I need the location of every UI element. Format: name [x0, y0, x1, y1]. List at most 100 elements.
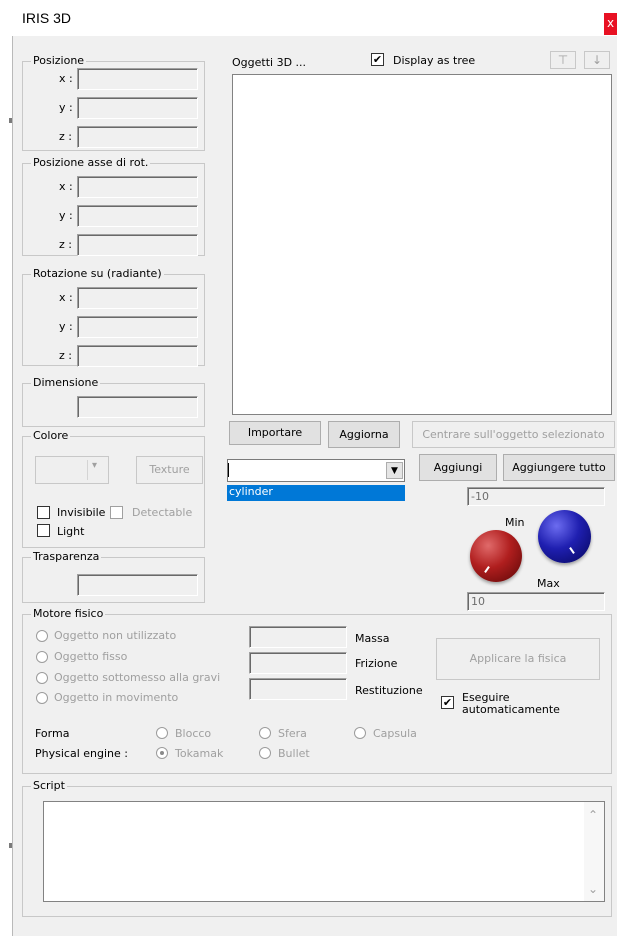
display-tree-checkbox[interactable]: ✔	[371, 53, 384, 66]
radio-gravita[interactable]	[36, 672, 48, 684]
dropdown-option-cylinder[interactable]: cylinder	[227, 485, 405, 501]
edge-tick-top	[9, 118, 12, 123]
asse-legend: Posizione asse di rot.	[31, 156, 151, 169]
radio-sfera[interactable]	[259, 727, 271, 739]
checkmark-icon: ✔	[372, 53, 383, 66]
min-knob-indicator	[484, 566, 490, 573]
radio-tokamak[interactable]	[156, 747, 168, 759]
title-bar	[12, 0, 617, 36]
light-checkbox[interactable]	[37, 524, 50, 537]
chevron-down-icon[interactable]: ▼	[386, 462, 403, 479]
combo-divider	[87, 460, 88, 480]
objects-tree-list[interactable]	[232, 74, 612, 415]
max-knob[interactable]	[538, 510, 591, 563]
option-movimento-label: Oggetto in movimento	[54, 691, 179, 704]
engine-label: Physical engine :	[35, 747, 128, 760]
posizione-z-field[interactable]	[77, 126, 198, 148]
detectable-checkbox[interactable]	[110, 506, 123, 519]
asse-z-label: z :	[59, 238, 72, 251]
invisibile-checkbox[interactable]	[37, 506, 50, 519]
restituzione-label: Restituzione	[355, 684, 423, 697]
rotazione-y-label: y :	[59, 320, 73, 333]
asse-z-field[interactable]	[77, 234, 198, 256]
massa-field[interactable]	[249, 626, 347, 648]
object-type-combo[interactable]: ▼	[227, 459, 405, 482]
rotazione-legend: Rotazione su (radiante)	[31, 267, 164, 280]
importare-button[interactable]: Importare	[229, 421, 321, 445]
max-knob-indicator	[569, 547, 575, 554]
restituzione-field[interactable]	[249, 678, 347, 700]
oggetti-label: Oggetti 3D ...	[232, 56, 307, 69]
forma-label: Forma	[35, 727, 70, 740]
posizione-x-field[interactable]	[77, 68, 198, 90]
rotazione-x-label: x :	[59, 291, 73, 304]
dimensione-legend: Dimensione	[31, 376, 101, 389]
radio-blocco[interactable]	[156, 727, 168, 739]
max-value-field[interactable]: 10	[467, 592, 605, 611]
display-tree-label: Display as tree	[393, 54, 476, 67]
rotazione-z-field[interactable]	[77, 345, 198, 367]
posizione-y-label: y :	[59, 101, 73, 114]
tokamak-label: Tokamak	[175, 747, 224, 760]
script-scrollbar[interactable]: ⌃ ⌄	[584, 802, 604, 901]
colore-legend: Colore	[31, 429, 71, 442]
detectable-label: Detectable	[132, 506, 193, 519]
motore-fisico-legend: Motore fisico	[31, 607, 106, 620]
move-up-button[interactable]: ⊤	[550, 51, 576, 69]
asse-x-field[interactable]	[77, 176, 198, 198]
eseguire-checkbox[interactable]: ✔	[441, 696, 454, 709]
chevron-down-icon: ▾	[92, 460, 98, 471]
script-textarea[interactable]: ⌃ ⌄	[43, 801, 605, 902]
move-down-button[interactable]: ↓	[584, 51, 610, 69]
radio-non-utilizzato[interactable]	[36, 630, 48, 642]
scroll-up-icon[interactable]: ⌃	[588, 808, 598, 822]
close-button[interactable]: x	[604, 13, 617, 35]
rotazione-z-label: z :	[59, 349, 72, 362]
text-caret	[228, 463, 229, 477]
trasparenza-legend: Trasparenza	[31, 550, 102, 563]
max-label: Max	[537, 577, 560, 590]
radio-fisso[interactable]	[36, 651, 48, 663]
option-non-utilizzato-label: Oggetto non utilizzato	[54, 629, 177, 642]
window-title: IRIS 3D	[22, 10, 72, 26]
sfera-label: Sfera	[278, 727, 307, 740]
radio-movimento[interactable]	[36, 692, 48, 704]
posizione-z-label: z :	[59, 130, 72, 143]
capsula-label: Capsula	[373, 727, 417, 740]
massa-label: Massa	[355, 632, 390, 645]
trasparenza-field[interactable]	[77, 574, 198, 596]
min-value-field[interactable]: -10	[467, 487, 605, 506]
frizione-field[interactable]	[249, 652, 347, 674]
posizione-x-label: x :	[59, 72, 73, 85]
bullet-label: Bullet	[278, 747, 310, 760]
light-label: Light	[57, 525, 85, 538]
checkmark-icon: ✔	[442, 696, 453, 709]
aggiungere-tutto-button[interactable]: Aggiungere tutto	[503, 454, 615, 481]
posizione-legend: Posizione	[31, 54, 87, 67]
eseguire-label-line2: automaticamente	[462, 703, 560, 716]
aggiorna-button[interactable]: Aggiorna	[328, 421, 400, 448]
option-gravita-label: Oggetto sottomesso alla gravi	[54, 671, 221, 684]
aggiungi-button[interactable]: Aggiungi	[419, 454, 497, 481]
centrare-button[interactable]: Centrare sull'oggetto selezionato	[412, 421, 615, 448]
blocco-label: Blocco	[175, 727, 212, 740]
texture-button[interactable]: Texture	[136, 456, 203, 484]
frizione-label: Frizione	[355, 657, 398, 670]
rotazione-y-field[interactable]	[77, 316, 198, 338]
color-picker-combo[interactable]: ▾	[35, 456, 109, 484]
dimensione-field[interactable]	[77, 396, 198, 418]
min-label: Min	[505, 516, 525, 529]
radio-bullet[interactable]	[259, 747, 271, 759]
min-knob[interactable]	[470, 530, 522, 582]
asse-y-field[interactable]	[77, 205, 198, 227]
up-arrow-icon: ⊤	[557, 53, 569, 67]
asse-y-label: y :	[59, 209, 73, 222]
script-legend: Script	[31, 779, 67, 792]
down-arrow-icon: ↓	[591, 53, 603, 67]
rotazione-x-field[interactable]	[77, 287, 198, 309]
applicare-fisica-button[interactable]: Applicare la fisica	[436, 638, 600, 680]
asse-x-label: x :	[59, 180, 73, 193]
radio-capsula[interactable]	[354, 727, 366, 739]
posizione-y-field[interactable]	[77, 97, 198, 119]
scroll-down-icon[interactable]: ⌄	[588, 882, 598, 896]
